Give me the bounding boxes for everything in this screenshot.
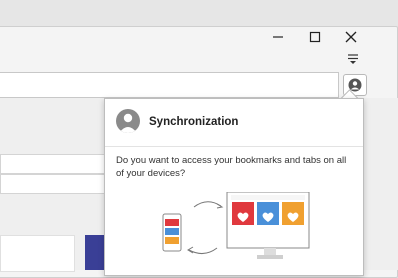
minimize-button[interactable] — [268, 28, 288, 46]
close-button[interactable] — [341, 28, 361, 46]
popup-title: Synchronization — [149, 116, 239, 128]
address-bar[interactable] — [0, 72, 339, 98]
popup-description: Do you want to access your bookmarks and… — [116, 155, 347, 179]
sync-popup: Synchronization Do you want to access yo… — [104, 98, 364, 276]
sync-arrow-icon — [188, 247, 218, 254]
maximize-icon — [309, 31, 321, 43]
page-input-field[interactable] — [0, 154, 106, 174]
maximize-button[interactable] — [305, 28, 325, 46]
close-icon — [345, 31, 357, 43]
hamburger-menu-icon — [348, 54, 358, 64]
avatar-icon — [116, 109, 140, 133]
devices-sync-illustration — [162, 192, 310, 259]
minimize-icon — [273, 36, 283, 38]
page-card — [0, 235, 75, 272]
popup-header: Synchronization — [105, 99, 363, 147]
page-banner — [85, 235, 105, 270]
menu-button[interactable] — [346, 52, 360, 66]
page-input-field[interactable] — [0, 174, 106, 194]
